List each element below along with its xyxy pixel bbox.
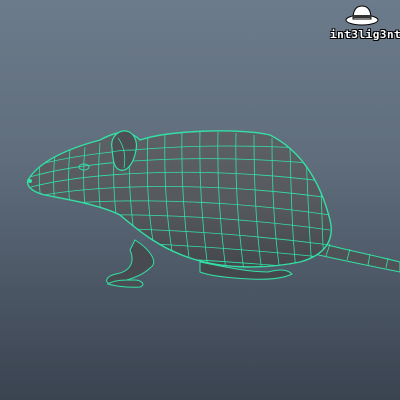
nose-tip xyxy=(28,179,32,183)
3d-viewport[interactable]: int3lig3nt xyxy=(0,0,400,400)
brand-text: int3lig3nt xyxy=(330,28,400,41)
brand-logo: int3lig3nt xyxy=(330,4,400,41)
front-leg xyxy=(106,239,155,285)
body-surface xyxy=(26,130,332,268)
rat-wireframe-model[interactable] xyxy=(0,0,400,400)
fedora-hat-icon xyxy=(345,5,379,26)
